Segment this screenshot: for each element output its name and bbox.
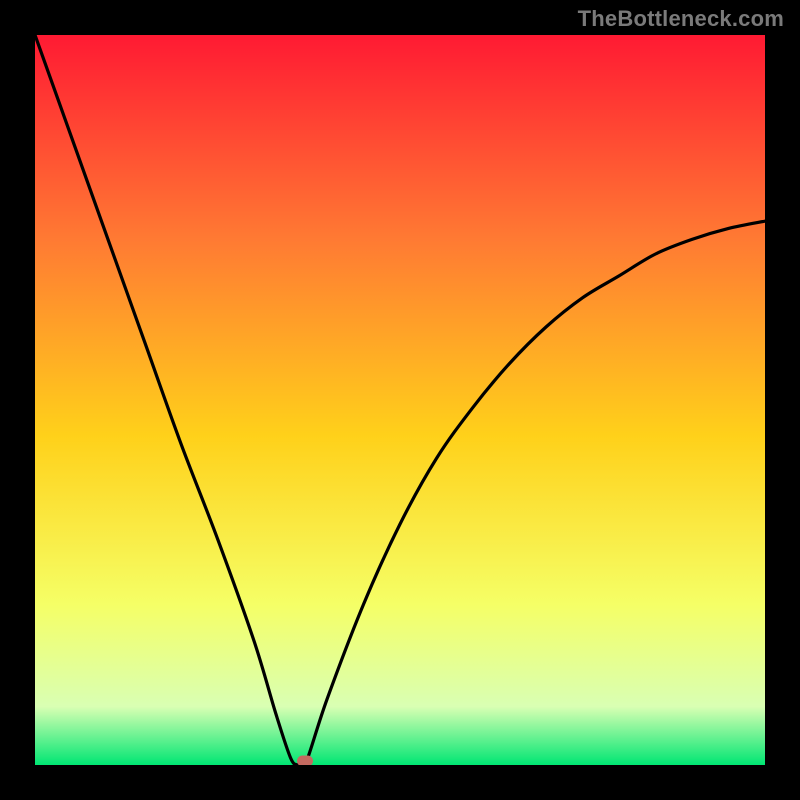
- chart-frame: TheBottleneck.com: [0, 0, 800, 800]
- optimal-point-marker: [297, 756, 313, 765]
- watermark-text: TheBottleneck.com: [578, 6, 784, 32]
- bottleneck-curve: [35, 35, 765, 765]
- plot-area: [35, 35, 765, 765]
